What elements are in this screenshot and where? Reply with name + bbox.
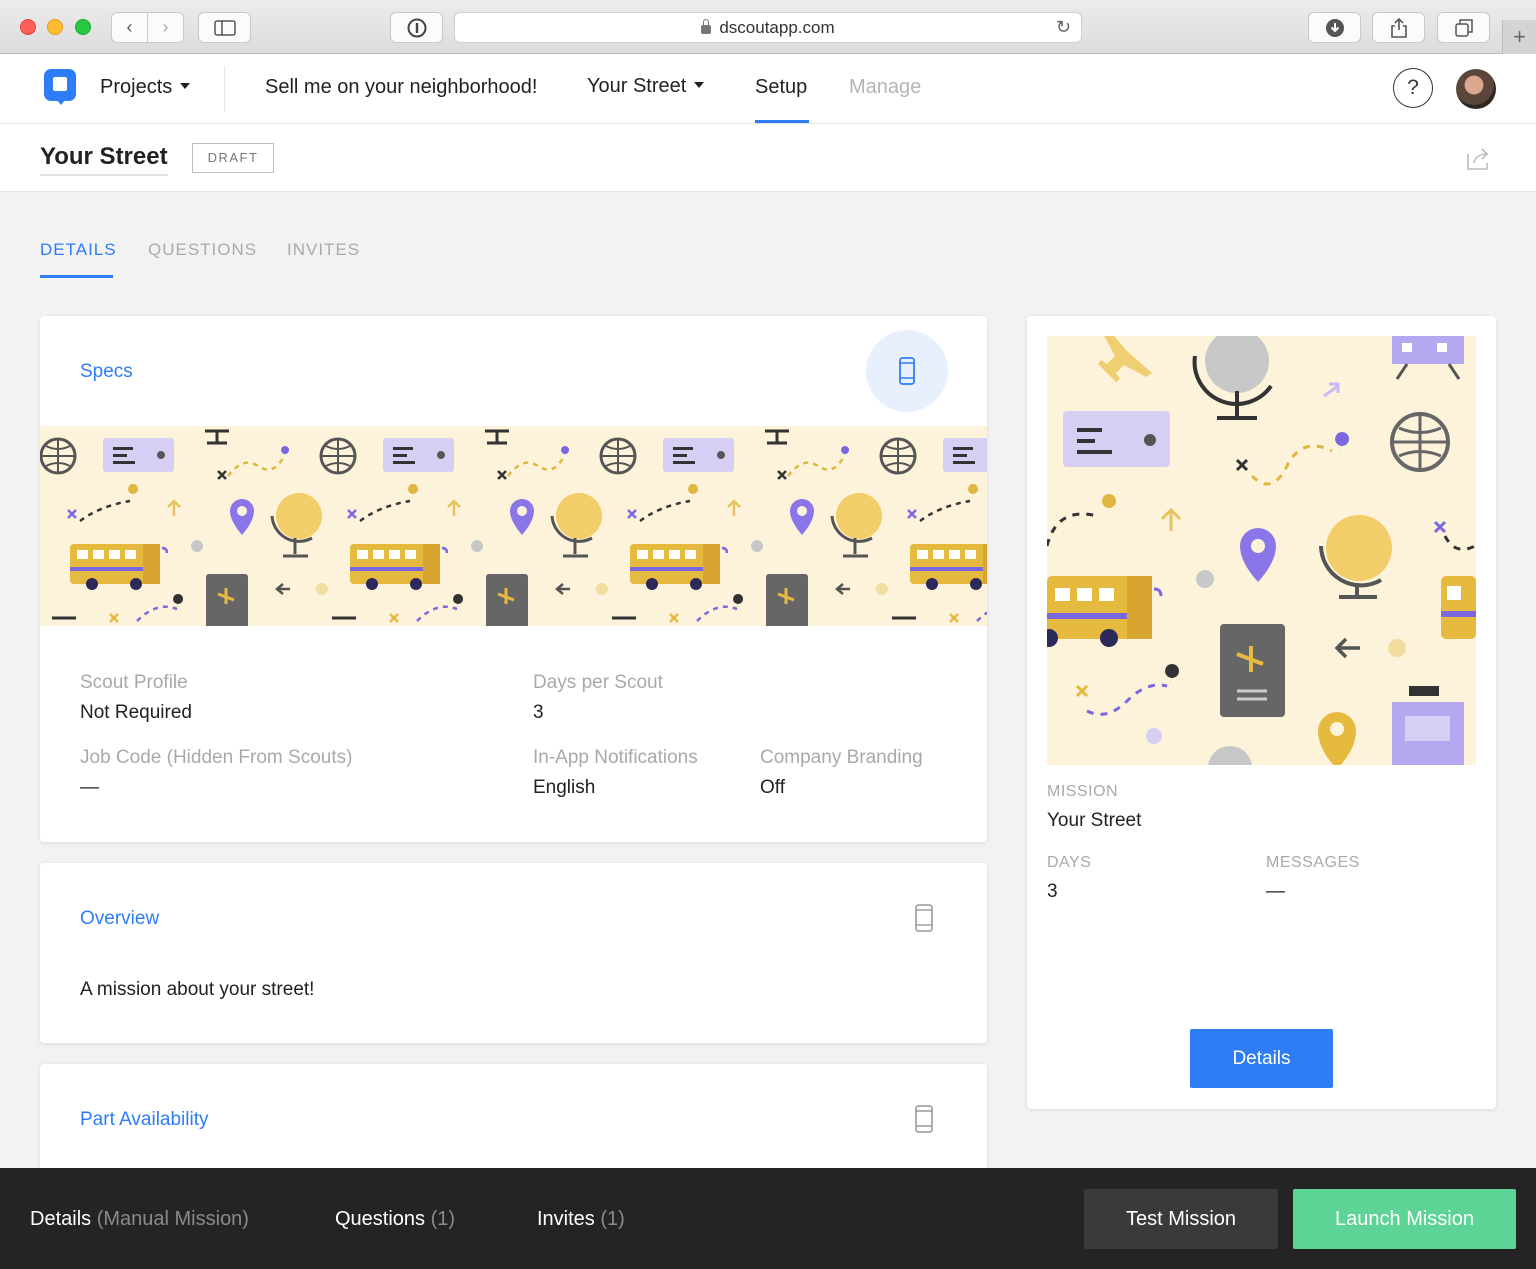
page-title: Your Street (40, 143, 168, 176)
footer-bar: Details (Manual Mission) Questions (1) I… (0, 1168, 1536, 1269)
project-name[interactable]: Sell me on your neighborhood! (265, 76, 537, 99)
tab-details[interactable]: DETAILS (40, 240, 117, 260)
specs-title: Specs (80, 361, 133, 382)
chevron-right-icon: › (162, 17, 169, 37)
reload-icon[interactable]: ↻ (1056, 17, 1071, 38)
specs-card: Specs Scout Profile Not Required Days pe… (40, 316, 987, 842)
test-mission-button[interactable]: Test Mission (1084, 1189, 1278, 1249)
footer-questions-link[interactable]: Questions (1) (335, 1208, 455, 1231)
lock-icon (701, 19, 712, 34)
url-text: dscoutapp.com (719, 17, 835, 37)
active-nav-indicator (755, 120, 809, 123)
overview-title: Overview (80, 908, 160, 929)
new-tab-button[interactable]: + (1502, 20, 1536, 54)
status-badge: DRAFT (192, 143, 274, 173)
minimize-window-button[interactable] (47, 19, 63, 35)
forward-button[interactable]: › (147, 12, 184, 43)
scout-profile-value: Not Required (80, 702, 192, 723)
tab-questions[interactable]: QUESTIONS (148, 240, 257, 260)
chevron-left-icon: ‹ (126, 17, 133, 37)
footer-questions-label: Questions (335, 1208, 426, 1230)
projects-dropdown[interactable]: Projects (100, 76, 191, 99)
details-button[interactable]: Details (1190, 1029, 1333, 1088)
footer-details-sub: (Manual Mission) (96, 1208, 249, 1230)
part-availability-title: Part Availability (80, 1109, 209, 1130)
days-label: DAYS (1047, 854, 1092, 871)
active-tab-indicator (40, 275, 113, 278)
mission-value: Your Street (1047, 810, 1142, 831)
overview-text: A mission about your street! (80, 979, 315, 1000)
help-button[interactable]: ? (1393, 68, 1433, 108)
notifications-label: In-App Notifications (533, 747, 698, 768)
phone-icon (899, 357, 915, 385)
tabs-icon (1454, 18, 1473, 37)
mission-label: MISSION (1047, 783, 1119, 800)
branding-value: Off (760, 777, 785, 798)
mission-banner-image (40, 426, 987, 626)
mission-selector-label: Your Street (587, 75, 687, 97)
dscout-logo-icon[interactable] (44, 69, 76, 105)
share-button[interactable] (1372, 12, 1425, 43)
launch-mission-button[interactable]: Launch Mission (1293, 1189, 1516, 1249)
nav-manage[interactable]: Manage (849, 76, 921, 99)
footer-details-link[interactable]: Details (Manual Mission) (30, 1208, 249, 1231)
nav-setup[interactable]: Setup (755, 76, 807, 99)
footer-questions-count: (1) (430, 1208, 456, 1230)
address-bar[interactable]: dscoutapp.com ↻ (454, 12, 1082, 43)
share-icon (1390, 17, 1407, 38)
share-icon[interactable] (1464, 146, 1492, 172)
browser-toolbar: ‹ › dscoutapp.com ↻ + (0, 0, 1536, 54)
zoom-window-button[interactable] (75, 19, 91, 35)
downloads-button[interactable] (1308, 12, 1361, 43)
password-icon (407, 18, 426, 37)
scout-profile-label: Scout Profile (80, 672, 188, 693)
messages-value: — (1266, 881, 1285, 902)
download-icon (1325, 18, 1344, 37)
sidebar-icon (213, 19, 236, 36)
days-per-scout-value: 3 (533, 702, 544, 723)
tab-invites[interactable]: INVITES (287, 240, 360, 260)
days-per-scout-label: Days per Scout (533, 672, 663, 693)
footer-invites-label: Invites (537, 1208, 595, 1230)
mobile-preview-button[interactable] (866, 330, 948, 412)
travel-pattern-illustration (1047, 336, 1476, 765)
phone-icon[interactable] (914, 903, 934, 933)
caret-down-icon (180, 82, 191, 89)
projects-label: Projects (100, 76, 173, 98)
job-code-value: — (80, 777, 99, 798)
nav-divider (224, 66, 225, 112)
phone-icon[interactable] (914, 1104, 934, 1134)
notifications-value: English (533, 777, 596, 798)
page-title-bar: Your Street DRAFT (0, 124, 1536, 192)
close-window-button[interactable] (20, 19, 36, 35)
caret-down-icon (694, 81, 705, 88)
mission-preview-card: MISSION Your Street DAYS 3 MESSAGES — De… (1027, 316, 1496, 1109)
avatar[interactable] (1456, 69, 1496, 109)
job-code-label: Job Code (Hidden From Scouts) (80, 747, 353, 768)
tabs-overview-button[interactable] (1437, 12, 1490, 43)
back-button[interactable]: ‹ (111, 12, 148, 43)
footer-invites-link[interactable]: Invites (1) (537, 1208, 625, 1231)
password-manager-button[interactable] (390, 12, 443, 43)
mission-cover-image (1047, 336, 1476, 765)
travel-pattern-illustration (40, 429, 987, 626)
branding-label: Company Branding (760, 747, 923, 768)
footer-invites-count: (1) (600, 1208, 625, 1230)
footer-details-label: Details (30, 1208, 92, 1230)
messages-label: MESSAGES (1266, 854, 1360, 871)
app-header: Projects Sell me on your neighborhood! Y… (0, 54, 1536, 124)
mission-dropdown[interactable]: Your Street (587, 75, 705, 98)
overview-card: Overview A mission about your street! (40, 863, 987, 1043)
days-value: 3 (1047, 881, 1058, 902)
sidebar-toggle-button[interactable] (198, 12, 251, 43)
